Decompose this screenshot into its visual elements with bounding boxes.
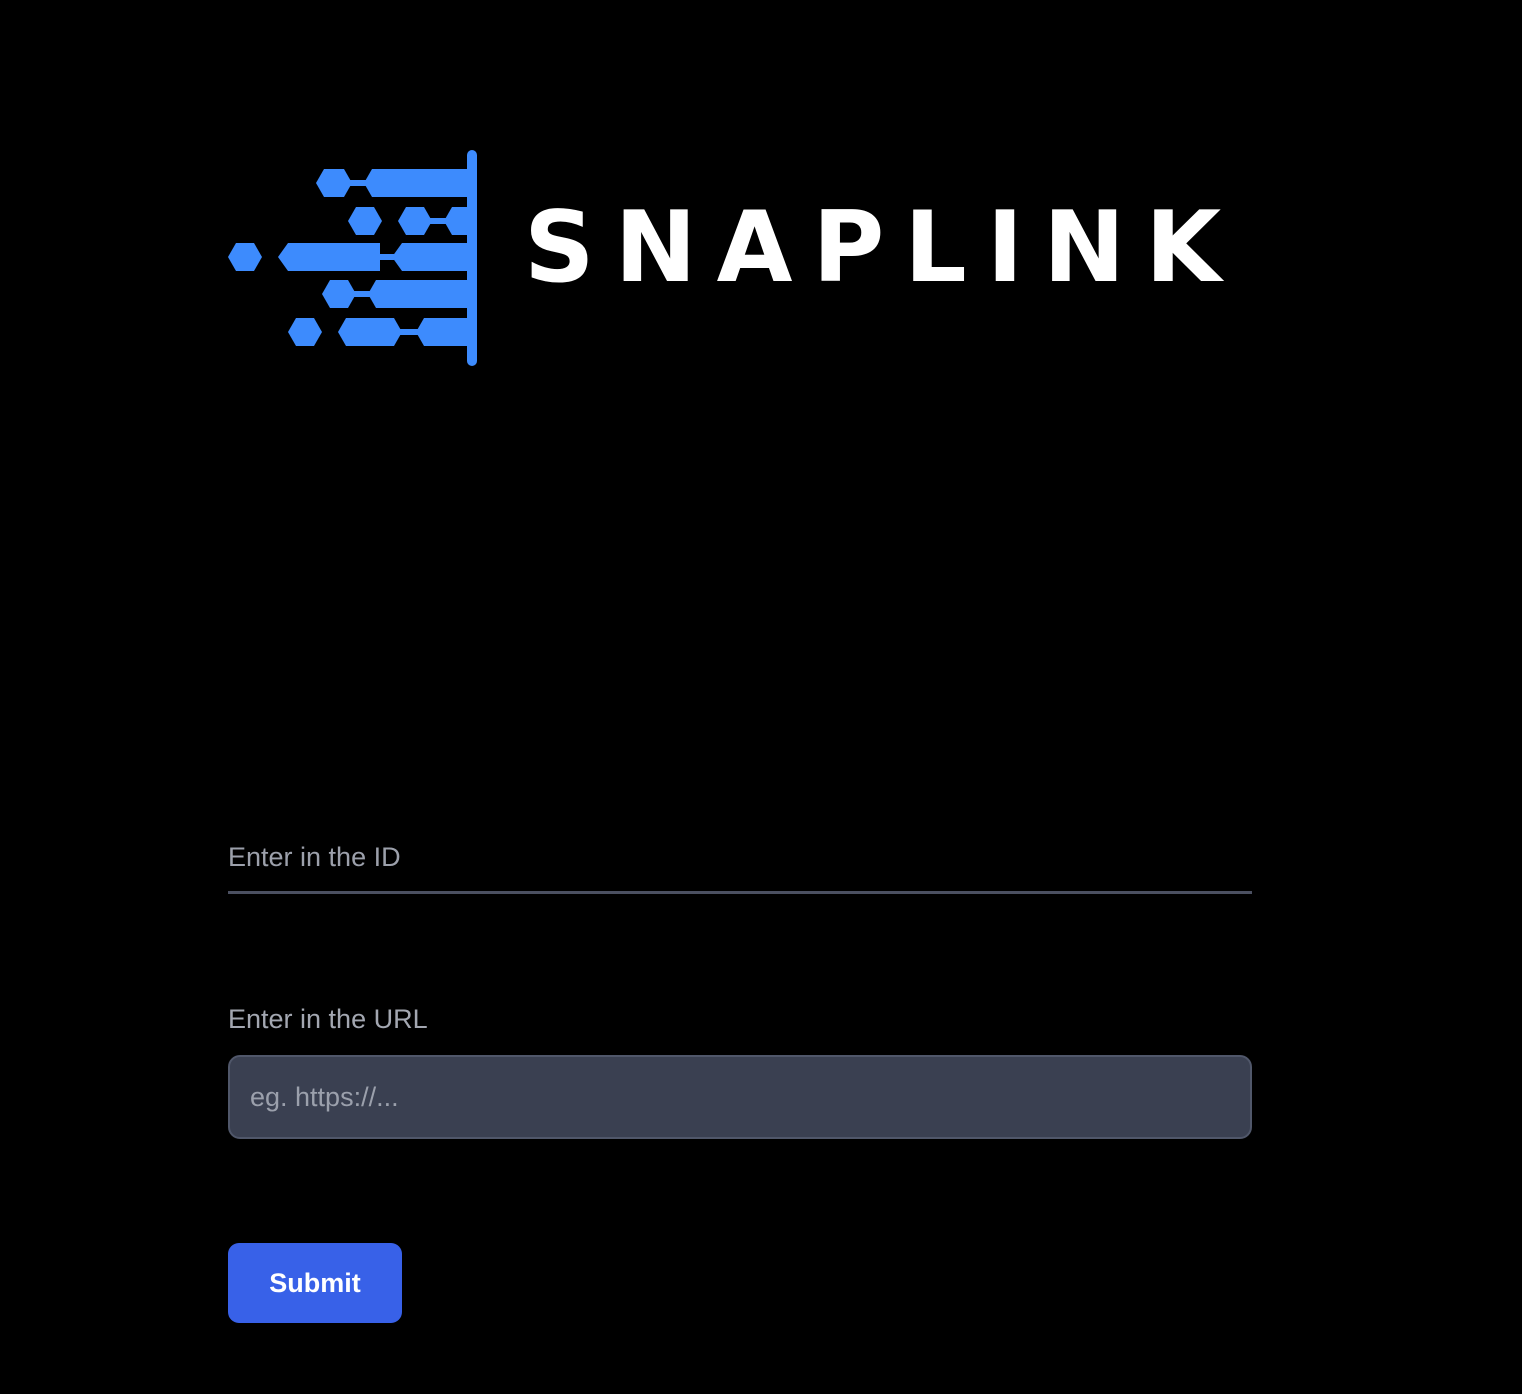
submit-button[interactable]: Submit [228,1243,402,1323]
hexagon-circuit-icon [228,150,477,366]
id-field [228,830,1252,894]
shortener-page: SNAPLINK Enter in the URL Submit [0,0,1522,1394]
brand-wordmark: SNAPLINK [524,191,1242,305]
url-input[interactable] [228,1055,1252,1139]
url-label: Enter in the URL [228,1004,428,1034]
snaplink-logo: SNAPLINK [226,150,1236,368]
id-input[interactable] [228,830,1252,891]
